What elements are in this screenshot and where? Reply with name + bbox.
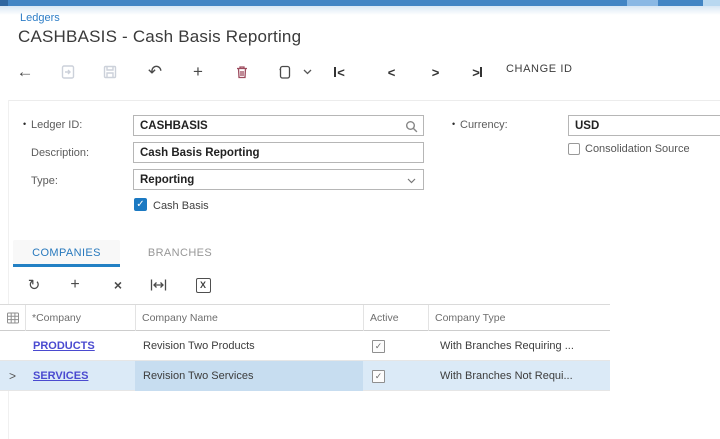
last-record-bar	[480, 67, 482, 77]
delete-icon[interactable]	[229, 61, 255, 83]
copy-paste-icon[interactable]	[272, 61, 298, 83]
row-indicator-cell	[0, 331, 25, 361]
ledger-id-field[interactable]: CASHBASIS	[133, 115, 424, 136]
required-marker-currency: •	[452, 119, 455, 129]
consolidation-source-label: Consolidation Source	[585, 143, 690, 155]
type-value: Reporting	[140, 174, 194, 186]
selected-row-indicator: >	[0, 361, 25, 391]
column-header-active[interactable]: Active	[363, 305, 428, 331]
active-tab-underline	[13, 264, 120, 267]
company-type-cell[interactable]: With Branches Not Requi...	[428, 361, 610, 391]
add-row-icon[interactable]: +	[63, 275, 87, 295]
ledger-id-label: Ledger ID:	[31, 119, 82, 131]
cash-basis-checkbox[interactable]: ✓	[134, 198, 147, 211]
required-marker-ledger-id: •	[23, 119, 26, 129]
go-first-record-icon[interactable]: <	[326, 61, 352, 83]
type-label: Type:	[31, 175, 58, 187]
breadcrumb-ledgers[interactable]: Ledgers	[20, 12, 60, 24]
company-cell: PRODUCTS	[25, 331, 135, 361]
description-field[interactable]: Cash Basis Reporting	[133, 142, 424, 163]
company-link-products[interactable]: PRODUCTS	[33, 340, 95, 352]
excel-box-glyph: X	[196, 278, 211, 293]
go-prev-record-icon[interactable]: <	[378, 61, 404, 83]
form-top-divider	[8, 100, 720, 101]
active-cell: ✓	[363, 331, 428, 361]
tab-companies[interactable]: COMPANIES	[13, 240, 120, 266]
copy-dropdown-chevron-icon[interactable]	[299, 61, 315, 83]
consolidation-source-checkbox[interactable]	[568, 143, 580, 155]
last-record-chevron: >	[472, 65, 479, 80]
cash-basis-label: Cash Basis	[153, 200, 209, 212]
search-icon[interactable]	[404, 119, 419, 134]
description-value: Cash Basis Reporting	[140, 147, 260, 159]
type-dropdown[interactable]: Reporting	[133, 169, 424, 190]
delete-row-icon[interactable]: ×	[106, 275, 130, 295]
change-id-button[interactable]: CHANGE ID	[506, 63, 573, 75]
save-icon	[97, 61, 123, 83]
currency-value: USD	[575, 120, 599, 132]
table-row-products[interactable]: PRODUCTS Revision Two Products ✓ With Br…	[0, 331, 610, 361]
top-strip-fade	[0, 6, 720, 15]
chevron-down-icon	[407, 178, 416, 184]
currency-label: Currency:	[460, 119, 508, 131]
back-arrow-icon[interactable]: ←	[12, 61, 38, 83]
currency-field[interactable]: USD	[568, 115, 720, 136]
page-title: CASHBASIS - Cash Basis Reporting	[18, 27, 301, 47]
fit-columns-icon[interactable]	[146, 275, 170, 295]
save-and-close-icon	[55, 61, 81, 83]
description-label: Description:	[31, 147, 89, 159]
company-cell: SERVICES	[25, 361, 135, 391]
company-name-cell-focused[interactable]: Revision Two Services	[135, 361, 363, 391]
go-last-record-icon[interactable]: >	[464, 61, 490, 83]
checkmark-icon: ✓	[136, 199, 144, 210]
go-next-record-icon[interactable]: >	[422, 61, 448, 83]
export-excel-icon[interactable]: X	[191, 275, 215, 295]
active-checkbox[interactable]: ✓	[372, 340, 385, 353]
company-link-services[interactable]: SERVICES	[33, 370, 88, 382]
column-header-company-type[interactable]: Company Type	[428, 305, 610, 331]
first-record-bar	[334, 67, 336, 77]
active-cell: ✓	[363, 361, 428, 391]
grid-header-row: *Company Company Name Active Company Typ…	[0, 304, 610, 331]
ledger-id-value: CASHBASIS	[140, 120, 208, 132]
active-checkbox[interactable]: ✓	[372, 370, 385, 383]
ledgers-window: Ledgers CASHBASIS - Cash Basis Reporting…	[0, 0, 720, 439]
tab-branches[interactable]: BRANCHES	[132, 240, 228, 266]
company-name-cell[interactable]: Revision Two Products	[135, 331, 363, 361]
undo-icon[interactable]: ↶	[142, 61, 168, 83]
refresh-icon[interactable]: ↻	[22, 275, 46, 295]
company-type-cell[interactable]: With Branches Requiring ...	[428, 331, 610, 361]
first-record-chevron: <	[337, 65, 344, 80]
add-record-icon[interactable]: +	[185, 61, 211, 83]
grid-settings-icon[interactable]	[0, 305, 25, 331]
column-header-company[interactable]: *Company	[25, 305, 135, 331]
column-header-company-name[interactable]: Company Name	[135, 305, 363, 331]
table-row-services[interactable]: > SERVICES Revision Two Services ✓ With …	[0, 361, 610, 391]
